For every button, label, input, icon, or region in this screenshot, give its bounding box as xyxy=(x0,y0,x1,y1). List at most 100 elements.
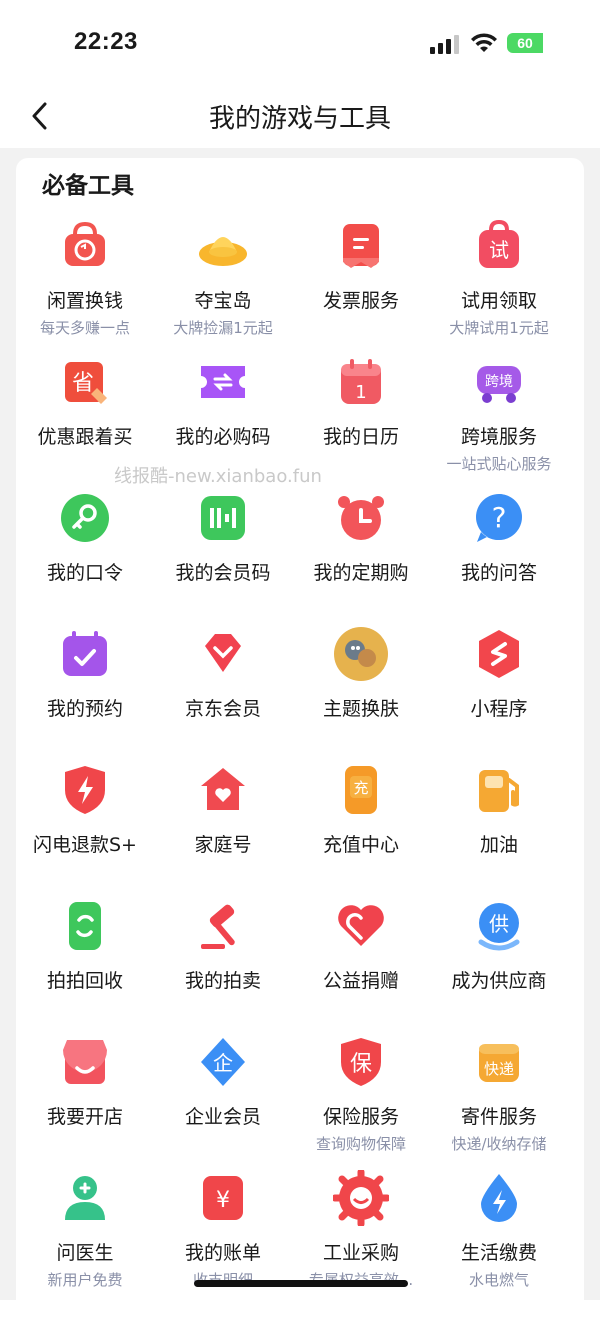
insurance-shield-icon: 保 xyxy=(333,1034,389,1090)
tool-subtitle: 每天多赚一点 xyxy=(39,319,130,337)
svg-text:省: 省 xyxy=(72,371,94,396)
tool-item[interactable]: 我的预约 xyxy=(16,622,154,758)
tool-label: 小程序 xyxy=(470,698,528,720)
tool-label: 企业会员 xyxy=(184,1106,261,1128)
tool-item[interactable]: 主题换肤 xyxy=(292,622,430,758)
tool-item[interactable]: 我的会员码 xyxy=(154,486,292,622)
industrial-gear-icon xyxy=(333,1170,389,1226)
fuel-pump-icon xyxy=(471,762,527,818)
tool-item[interactable]: 我的口令 xyxy=(16,486,154,622)
cellular-signal-icon xyxy=(430,34,460,54)
tool-label: 成为供应商 xyxy=(451,970,547,992)
calendar-icon: 1 xyxy=(333,354,389,410)
recharge-icon: 充 xyxy=(333,762,389,818)
svg-text:试: 试 xyxy=(489,238,509,262)
shop-icon xyxy=(57,1034,113,1090)
tool-label: 拍拍回收 xyxy=(46,970,123,992)
svg-text:企: 企 xyxy=(213,1051,233,1075)
home-heart-icon xyxy=(195,762,251,818)
tool-subtitle: 新用户免费 xyxy=(47,1271,123,1289)
tool-label: 我要开店 xyxy=(46,1106,123,1128)
tool-label: 工业采购 xyxy=(322,1242,399,1264)
tool-item[interactable]: 企企业会员 xyxy=(154,1030,292,1166)
recycle-phone-icon xyxy=(57,898,113,954)
tool-label: 闲置换钱 xyxy=(46,290,123,312)
doctor-icon xyxy=(57,1170,113,1226)
navigation-bar: 我的游戏与工具 xyxy=(0,88,600,146)
tools-card: 必备工具 闲置换钱 每天多赚一点 夺宝岛 大牌捡漏1元起 发票服务试试用领取 大牌试用1元… xyxy=(16,158,584,1318)
tool-label: 充值中心 xyxy=(322,834,399,856)
tool-label: 夺宝岛 xyxy=(194,290,252,312)
tool-item[interactable]: 拍拍回收 xyxy=(16,894,154,1030)
member-code-icon xyxy=(195,490,251,546)
tool-label: 我的问答 xyxy=(460,562,537,584)
content-area: 必备工具 闲置换钱 每天多赚一点 夺宝岛 大牌捡漏1元起 发票服务试试用领取 大牌试用1元… xyxy=(0,148,600,1318)
svg-text:跨境: 跨境 xyxy=(485,374,513,390)
tool-label: 家庭号 xyxy=(194,834,252,856)
tool-item[interactable]: ? 我的问答 xyxy=(430,486,568,622)
tool-item[interactable]: 闪电退款S+ xyxy=(16,758,154,894)
tool-item[interactable]: 京东会员 xyxy=(154,622,292,758)
page-title: 我的游戏与工具 xyxy=(208,104,391,134)
tool-item[interactable]: 发票服务 xyxy=(292,214,430,350)
tool-label: 生活缴费 xyxy=(460,1242,537,1264)
svg-text:1: 1 xyxy=(355,382,366,403)
gold-ingot-icon xyxy=(195,218,251,274)
tool-label: 跨境服务 xyxy=(460,426,537,448)
bill-icon: ¥ xyxy=(195,1170,251,1226)
tool-label: 试用领取 xyxy=(460,290,537,312)
svg-text:快递: 快递 xyxy=(484,1060,514,1078)
section-title: 必备工具 xyxy=(42,173,134,199)
tool-label: 我的日历 xyxy=(322,426,399,448)
tool-item[interactable]: 我要开店 xyxy=(16,1030,154,1166)
tool-label: 寄件服务 xyxy=(460,1106,537,1128)
key-icon xyxy=(57,490,113,546)
svg-text:充: 充 xyxy=(353,779,368,797)
tool-item[interactable]: 公益捐赠 xyxy=(292,894,430,1030)
tool-item[interactable]: 家庭号 xyxy=(154,758,292,894)
tool-label: 我的会员码 xyxy=(175,562,271,584)
home-indicator[interactable] xyxy=(194,1280,408,1287)
auction-hammer-icon xyxy=(195,898,251,954)
tool-item[interactable]: 问医生 新用户免费 xyxy=(16,1166,154,1302)
supplier-icon: 供 xyxy=(471,898,527,954)
diamond-icon xyxy=(195,626,251,682)
tool-label: 保险服务 xyxy=(322,1106,399,1128)
invoice-icon xyxy=(333,218,389,274)
battery-level: 60 xyxy=(517,35,533,51)
lightning-shield-icon xyxy=(57,762,113,818)
mini-program-icon xyxy=(471,626,527,682)
status-bar: 22:23 60 xyxy=(0,0,600,88)
tool-item[interactable]: 生活缴费 水电燃气 xyxy=(430,1166,568,1302)
tool-item[interactable]: 快递 寄件服务 快递/收纳存储 xyxy=(430,1030,568,1166)
ticket-icon xyxy=(195,354,251,410)
tool-item[interactable]: 我的定期购 xyxy=(292,486,430,622)
trial-bag-icon: 试 xyxy=(471,218,527,274)
tool-subtitle: 大牌试用1元起 xyxy=(449,319,549,337)
tool-label: 加油 xyxy=(479,834,518,856)
question-bubble-icon: ? xyxy=(471,490,527,546)
tool-label: 发票服务 xyxy=(322,290,399,312)
svg-text:供: 供 xyxy=(489,912,509,936)
tool-label: 公益捐赠 xyxy=(322,970,399,992)
tool-label: 闪电退款S+ xyxy=(33,834,137,856)
alarm-clock-icon xyxy=(333,490,389,546)
bag-swap-icon xyxy=(57,218,113,274)
wifi-icon xyxy=(471,33,497,52)
tool-label: 主题换肤 xyxy=(322,698,399,720)
tool-item[interactable]: 试试用领取大牌试用1元起 xyxy=(430,214,568,350)
enterprise-icon: 企 xyxy=(195,1034,251,1090)
tool-item[interactable]: 闲置换钱每天多赚一点 xyxy=(16,214,154,350)
utility-drop-icon xyxy=(471,1170,527,1226)
tool-item[interactable]: 加油 xyxy=(430,758,568,894)
tool-item[interactable]: 夺宝岛 大牌捡漏1元起 xyxy=(154,214,292,350)
tool-item[interactable]: 保保险服务 查询购物保障 xyxy=(292,1030,430,1166)
cross-border-truck-icon: 跨境 xyxy=(471,354,527,410)
tool-item[interactable]: 供成为供应商 xyxy=(430,894,568,1030)
tool-item[interactable]: 小程序 xyxy=(430,622,568,758)
watermark: 线报酷-new.xianbao.fun xyxy=(114,466,322,487)
tool-item[interactable]: 充充值中心 xyxy=(292,758,430,894)
tool-item[interactable]: 我的拍卖 xyxy=(154,894,292,1030)
tool-label: 我的拍卖 xyxy=(184,970,261,992)
tool-item[interactable]: 跨境 跨境服务 一站式贴心服务 xyxy=(430,350,568,486)
